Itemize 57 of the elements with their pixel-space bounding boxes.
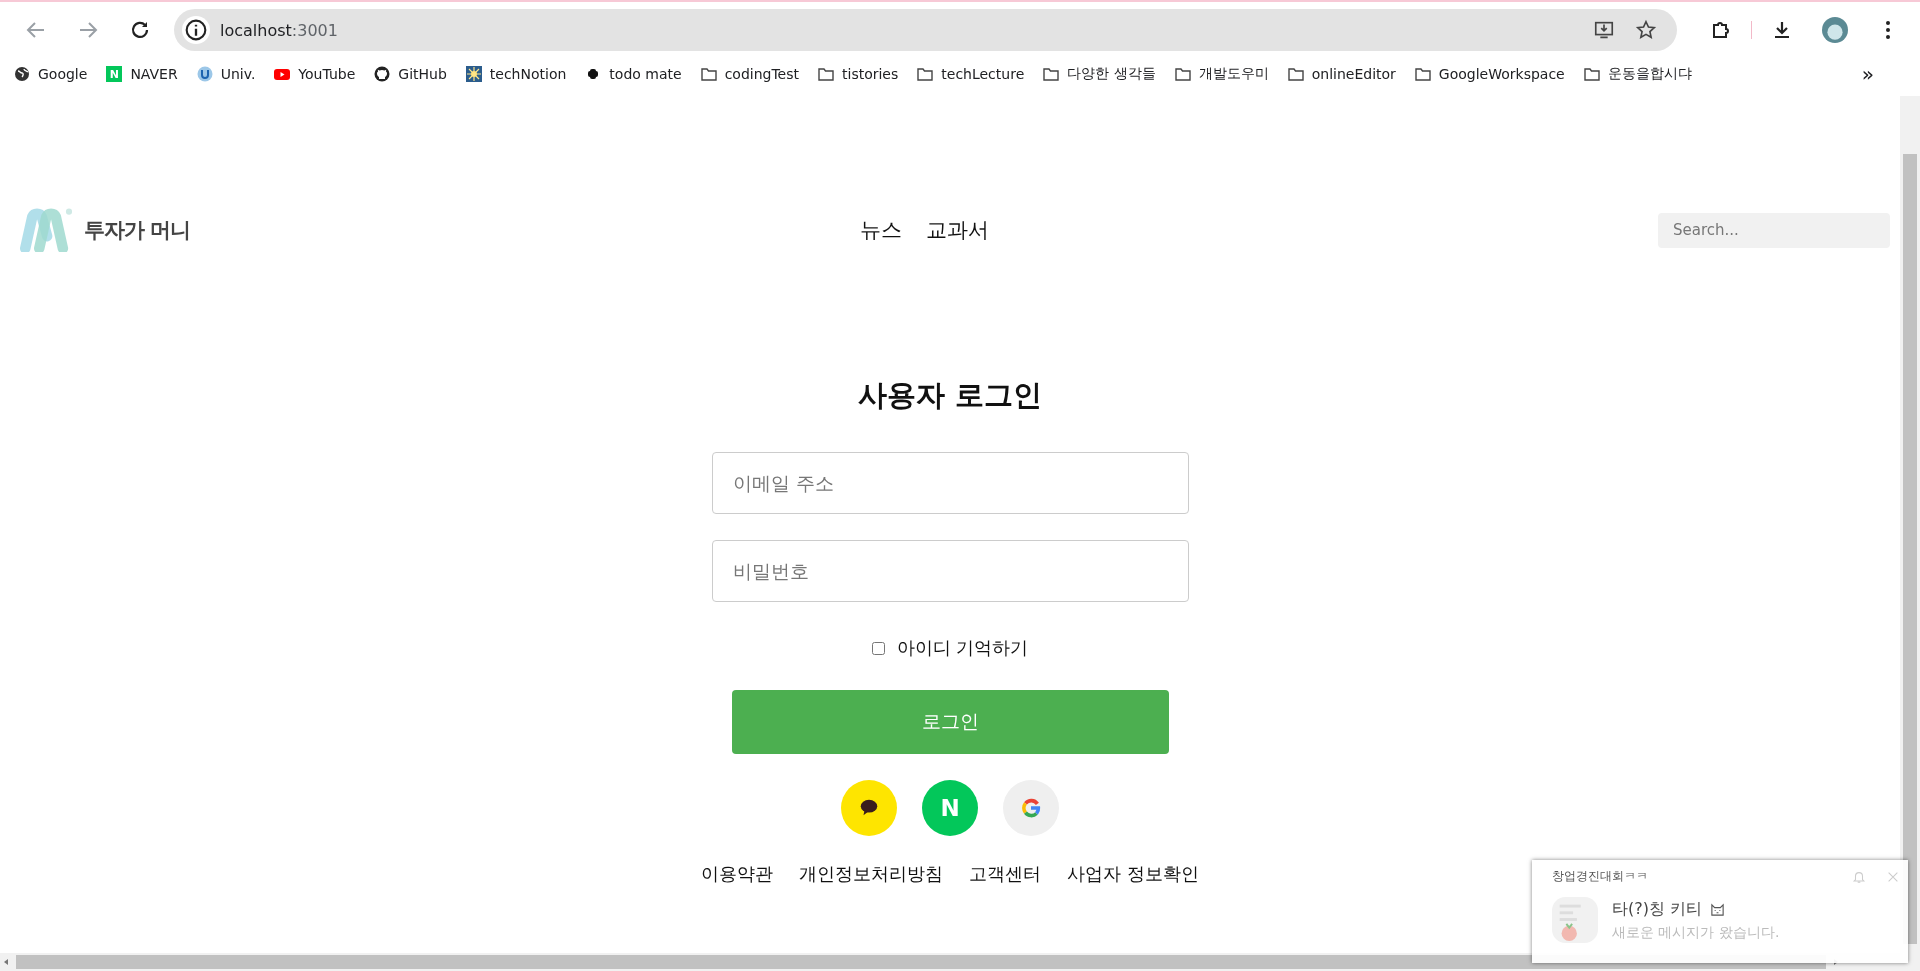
bookmark[interactable]: onlineEditor — [1287, 66, 1396, 82]
footer-link[interactable]: 이용약관 — [701, 862, 774, 886]
bookmark[interactable]: GitHub — [374, 66, 447, 82]
bookmark[interactable]: codingTest — [700, 66, 799, 82]
bookmark[interactable]: todo mate — [585, 66, 682, 82]
install-app-icon[interactable] — [1593, 19, 1615, 41]
sender-name: 타(?)칭 키티 — [1612, 898, 1703, 920]
cat-face-icon — [1710, 901, 1726, 917]
bookmark[interactable]: N NAVER — [106, 66, 178, 82]
bookmark[interactable]: Univ. — [196, 66, 256, 82]
kakao-login-button[interactable] — [841, 780, 897, 836]
star-icon[interactable] — [1635, 19, 1657, 41]
nav-link[interactable]: 교과서 — [926, 216, 989, 244]
notification-message: 새로운 메시지가 왔습니다. — [1612, 923, 1780, 942]
bookmark[interactable]: techLecture — [917, 66, 1025, 82]
email-field[interactable]: 이메일 주소 — [711, 452, 1189, 514]
bookmark[interactable]: YouTube — [274, 66, 356, 82]
address-bar[interactable]: localhost:3001 — [174, 9, 1677, 51]
remember-checkbox[interactable] — [871, 641, 885, 655]
globe-icon — [14, 66, 30, 82]
login-title: 사용자 로그인 — [857, 380, 1043, 410]
cat-icon — [374, 66, 391, 82]
shield-icon — [196, 66, 213, 82]
footer-link[interactable]: 사업자 정보확인 — [1067, 862, 1199, 886]
footer-link[interactable]: 개인정보처리방침 — [799, 862, 944, 886]
naver-icon: N — [106, 66, 123, 82]
scroll-left-icon — [2, 958, 10, 966]
password-field[interactable]: 비밀번호 — [711, 540, 1189, 602]
folder-icon — [1583, 66, 1600, 82]
play-icon — [274, 66, 291, 82]
google-login-button[interactable] — [1003, 780, 1059, 836]
bookmark[interactable]: 운동을합시댜 — [1583, 65, 1692, 83]
folder-icon — [917, 66, 934, 82]
footer-link[interactable]: 고객센터 — [969, 862, 1042, 886]
bookmark[interactable]: Google — [14, 66, 88, 82]
folder-icon — [1174, 66, 1191, 82]
folder-icon — [1043, 66, 1060, 82]
nav-link[interactable]: 뉴스 — [860, 216, 902, 244]
google-g-icon — [1020, 797, 1042, 819]
folder-icon — [1414, 66, 1431, 82]
info-icon — [182, 16, 210, 44]
folder-icon — [700, 66, 717, 82]
bookmark[interactable]: 개발도우미 — [1174, 65, 1269, 83]
notification-title: 창업경진대회ㅋㅋ — [1552, 868, 1648, 885]
avatar-icon[interactable] — [1822, 17, 1848, 43]
bookmark[interactable]: tistories — [818, 66, 899, 82]
bookmark[interactable]: GoogleWorkspace — [1414, 66, 1565, 82]
sun-icon — [465, 66, 482, 82]
bookmark[interactable]: techNotion — [465, 66, 567, 82]
search-field[interactable]: Search... — [1658, 212, 1890, 248]
logo-text: 투자가 머니 — [84, 217, 191, 244]
more-bookmarks-button[interactable]: » — [1861, 62, 1874, 86]
folder-icon — [1287, 66, 1304, 82]
bookmark[interactable]: 다양한 생각들 — [1043, 65, 1156, 83]
vertical-scrollbar[interactable] — [1900, 96, 1920, 971]
folder-icon — [818, 66, 834, 82]
remember-label: 아이디 기억하기 — [896, 636, 1029, 660]
